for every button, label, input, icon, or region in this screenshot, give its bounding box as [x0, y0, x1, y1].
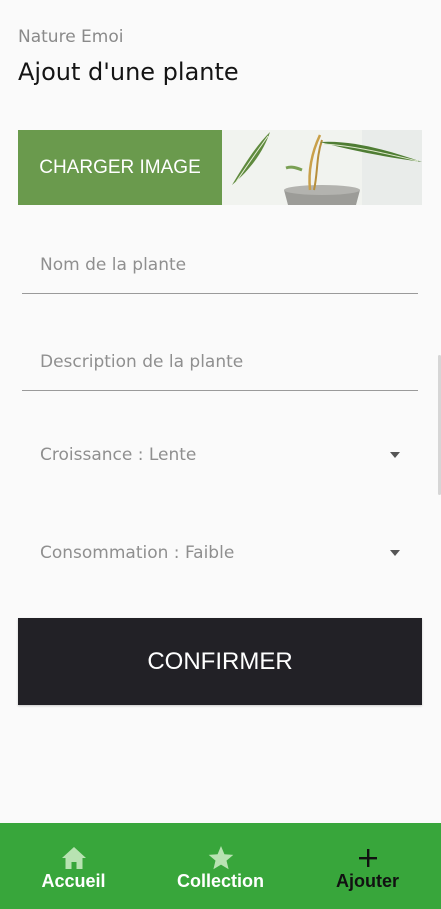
- confirm-button[interactable]: CONFIRMER: [18, 618, 422, 705]
- nav-label: Accueil: [41, 871, 106, 891]
- growth-select-label: Croissance : Lente: [40, 445, 197, 465]
- nav-label: Collection: [176, 871, 264, 891]
- star-icon: [208, 845, 234, 871]
- growth-select[interactable]: Croissance : Lente: [22, 430, 418, 480]
- plant-description-underline: [22, 390, 418, 391]
- dropdown-arrow-icon: [390, 550, 400, 556]
- nav-label: Ajouter: [336, 871, 399, 891]
- dropdown-arrow-icon: [390, 452, 400, 458]
- consumption-select[interactable]: Consommation : Faible: [22, 528, 418, 578]
- plant-name-input[interactable]: [22, 236, 418, 294]
- consumption-select-label: Consommation : Faible: [40, 543, 235, 563]
- plant-description-input[interactable]: [22, 333, 418, 391]
- app-subtitle: Nature Emoi: [18, 27, 124, 47]
- image-upload-row: CHARGER IMAGE: [18, 130, 422, 205]
- upload-image-button[interactable]: CHARGER IMAGE: [18, 130, 222, 205]
- plant-preview-image: [222, 130, 422, 205]
- nav-item-accueil[interactable]: Accueil: [0, 823, 147, 909]
- home-icon: [61, 845, 87, 871]
- nav-item-collection[interactable]: Collection: [147, 823, 294, 909]
- nav-item-ajouter[interactable]: Ajouter: [294, 823, 441, 909]
- page-title: Ajout d'une plante: [18, 58, 239, 86]
- plant-name-field[interactable]: [22, 236, 418, 294]
- bottom-navigation: Accueil Collection Ajouter: [0, 823, 441, 909]
- image-preview: [222, 130, 422, 205]
- plant-name-underline: [22, 293, 418, 294]
- plus-icon: [355, 845, 381, 871]
- plant-description-field[interactable]: [22, 333, 418, 391]
